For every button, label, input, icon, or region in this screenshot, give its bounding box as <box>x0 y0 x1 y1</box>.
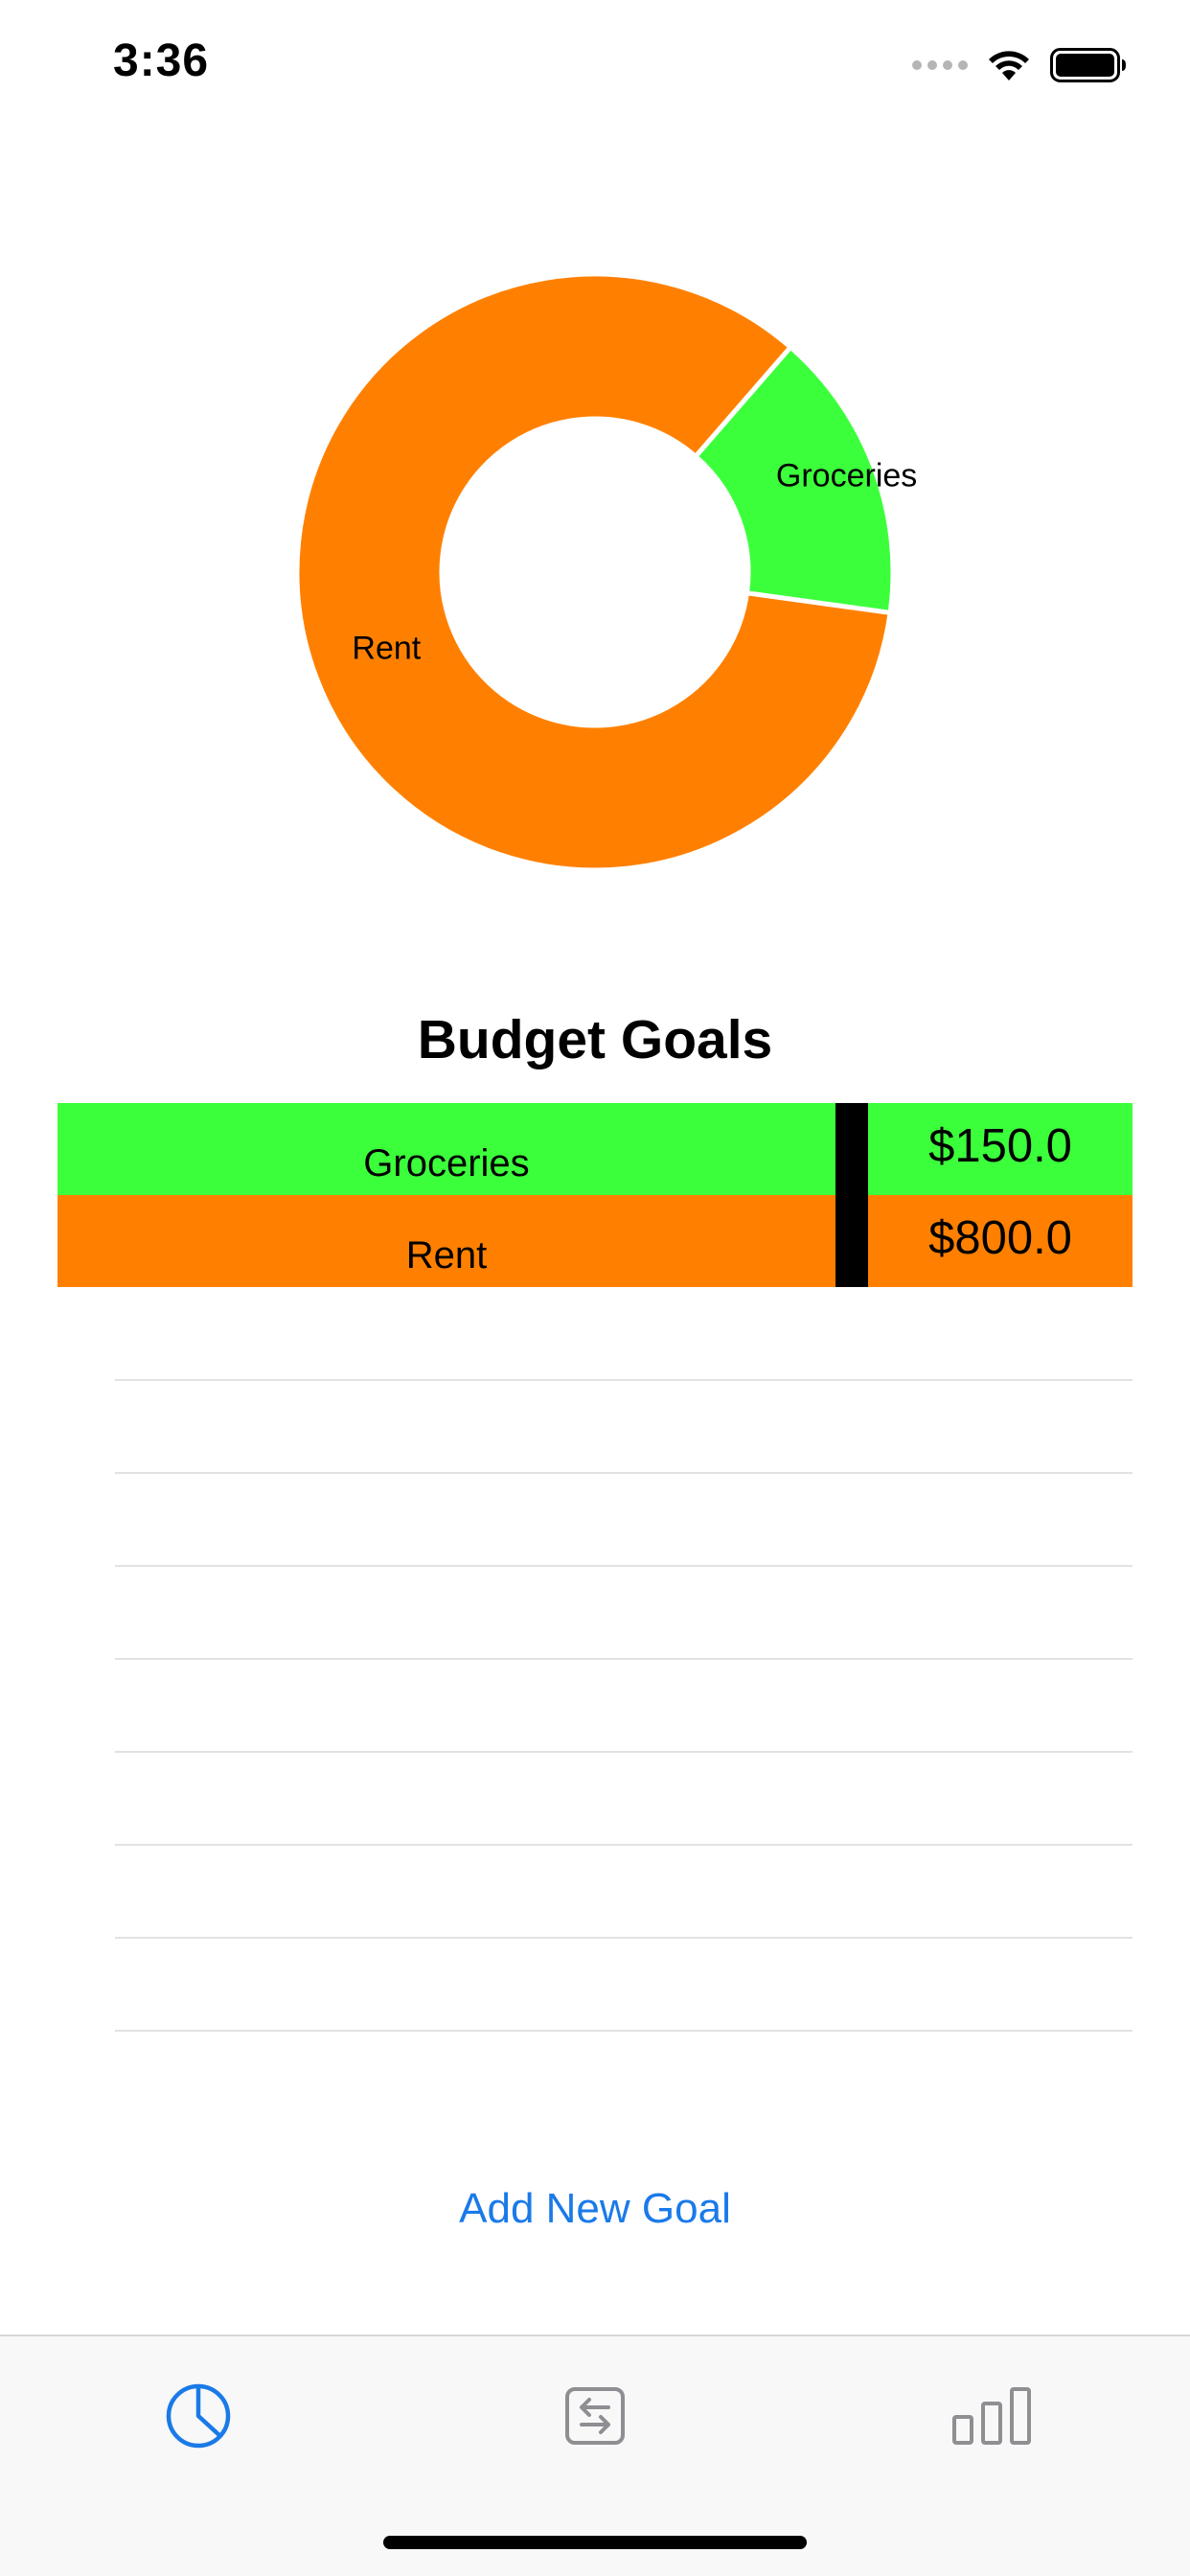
goals-table: Groceries $150.0 Rent $800.0 <box>57 1103 1133 1287</box>
empty-row <box>115 1288 1133 1381</box>
battery-icon <box>1050 48 1126 82</box>
goal-amount: $150.0 <box>928 1120 1072 1172</box>
goal-name: Groceries <box>363 1142 530 1184</box>
donut-chart-svg: Groceries Rent <box>294 271 917 873</box>
goal-row-groceries[interactable]: Groceries $150.0 <box>57 1103 1133 1195</box>
bar-chart-icon <box>952 2387 1031 2445</box>
status-bar: 3:36 <box>0 0 1190 134</box>
status-icons <box>912 44 1127 86</box>
add-new-goal-button[interactable]: Add New Goal <box>0 2185 1190 2233</box>
goal-row-rent[interactable]: Rent $800.0 <box>57 1195 1133 1287</box>
empty-table-rows <box>115 1288 1133 2032</box>
pie-chart-icon <box>166 2383 231 2449</box>
home-indicator <box>383 2536 807 2549</box>
status-time: 3:36 <box>113 35 210 86</box>
tab-transactions[interactable] <box>528 2363 662 2469</box>
donut-label-groceries: Groceries <box>776 457 917 494</box>
budget-goals-title: Budget Goals <box>417 1009 773 1070</box>
empty-row <box>115 1567 1133 1660</box>
transfer-icon <box>565 2387 625 2445</box>
tab-budget[interactable] <box>131 2363 265 2469</box>
goal-divider <box>835 1103 868 1195</box>
empty-row <box>115 1474 1133 1567</box>
tab-reports[interactable] <box>925 2363 1059 2469</box>
goal-divider <box>835 1195 868 1287</box>
budget-donut-chart: Groceries Rent <box>287 249 917 873</box>
goal-name: Rent <box>405 1234 488 1276</box>
cellular-signal-icon <box>912 60 968 70</box>
donut-label-rent: Rent <box>352 631 421 667</box>
wifi-icon <box>989 51 1029 80</box>
empty-row <box>115 1753 1133 1846</box>
empty-row <box>115 1846 1133 1939</box>
empty-row <box>115 1381 1133 1474</box>
empty-row <box>115 1660 1133 1753</box>
goal-amount: $800.0 <box>928 1212 1072 1264</box>
empty-row <box>115 1939 1133 2032</box>
